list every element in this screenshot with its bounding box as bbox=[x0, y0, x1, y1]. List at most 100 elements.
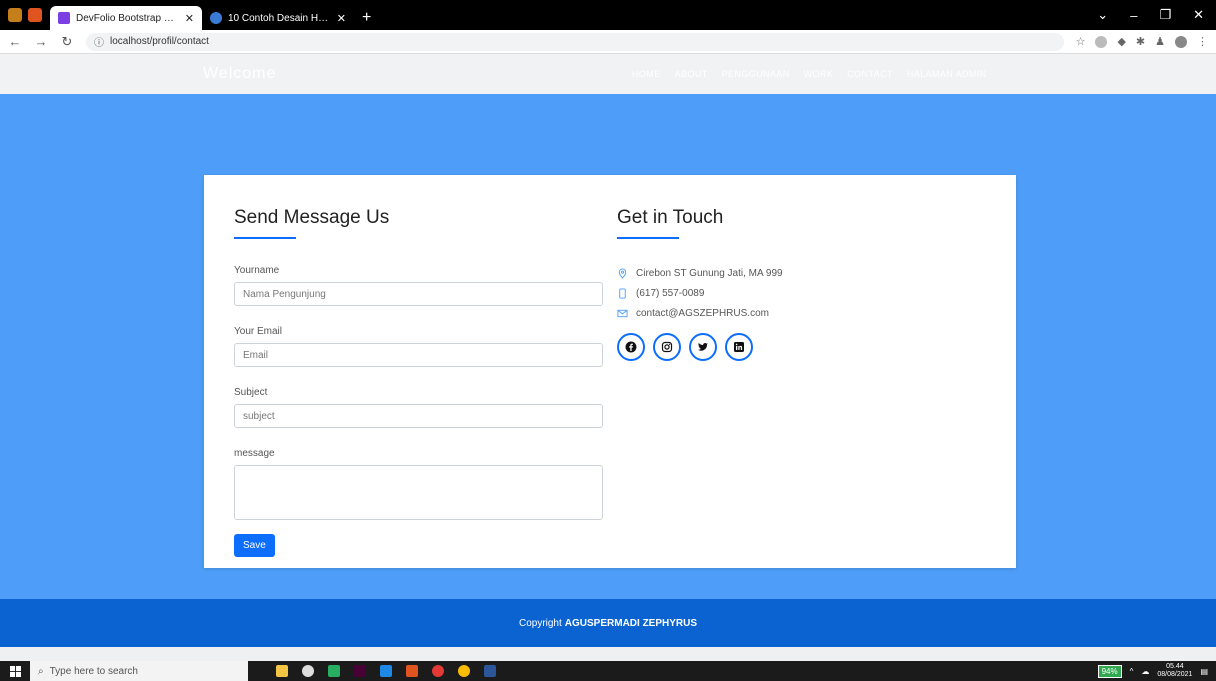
instagram-icon[interactable] bbox=[653, 333, 681, 361]
forward-icon[interactable]: → bbox=[34, 34, 48, 49]
clock-date: 08/08/2021 bbox=[1157, 671, 1193, 678]
clock-time: 05.44 bbox=[1166, 663, 1184, 670]
menu-item-home[interactable]: HOME bbox=[632, 69, 661, 79]
heading-underline bbox=[234, 237, 296, 239]
menu-icon[interactable]: ⋮ bbox=[1197, 35, 1208, 48]
page: Welcome HOME ABOUT PENGGUNAAN WORK CONTA… bbox=[0, 55, 1216, 661]
bootstrap-icon bbox=[58, 12, 70, 24]
app-icon[interactable] bbox=[8, 8, 22, 22]
linkedin-icon[interactable] bbox=[725, 333, 753, 361]
network-icon[interactable]: ☁ bbox=[1141, 667, 1149, 676]
message-label: message bbox=[234, 448, 275, 459]
tab-title: 10 Contoh Desain Halaman Cont bbox=[228, 12, 331, 24]
site-footer: Copyright AGUSPERMADI ZEPHYRUS bbox=[0, 599, 1216, 647]
menu-item-about[interactable]: ABOUT bbox=[675, 69, 708, 79]
puzzle-icon[interactable]: ✱ bbox=[1136, 35, 1145, 48]
back-icon[interactable]: ← bbox=[8, 34, 22, 49]
adobe-xd-icon[interactable] bbox=[354, 665, 366, 677]
site-menu: HOME ABOUT PENGGUNAAN WORK CONTACT HALAM… bbox=[632, 69, 987, 79]
record-icon[interactable] bbox=[432, 665, 444, 677]
facebook-icon[interactable] bbox=[617, 333, 645, 361]
name-input[interactable] bbox=[234, 282, 603, 306]
pinned-apps bbox=[0, 0, 50, 30]
menu-item-penggunaan[interactable]: PENGGUNAAN bbox=[722, 69, 790, 79]
restore-icon[interactable]: ❐ bbox=[1159, 7, 1171, 23]
close-window-icon[interactable]: ✕ bbox=[1193, 7, 1204, 23]
url-text: localhost/profil/contact bbox=[110, 36, 209, 47]
contact-info: Get in Touch Cirebon ST Gunung Jati, MA … bbox=[617, 207, 987, 361]
vscode-icon[interactable] bbox=[380, 665, 392, 677]
tray-chevron-icon[interactable]: ^ bbox=[1130, 667, 1134, 676]
save-button[interactable]: Save bbox=[234, 534, 275, 557]
star-icon[interactable]: ☆ bbox=[1076, 35, 1086, 48]
clock[interactable]: 05.44 08/08/2021 bbox=[1157, 663, 1192, 679]
info-icon[interactable]: ⓘ bbox=[94, 34, 104, 49]
menu-item-work[interactable]: WORK bbox=[804, 69, 834, 79]
form-heading: Send Message Us bbox=[234, 207, 390, 228]
footer-name: AGUSPERMADI ZEPHYRUS bbox=[564, 617, 698, 629]
phone-text: (617) 557-0089 bbox=[636, 287, 705, 299]
message-textarea[interactable] bbox=[234, 465, 603, 520]
heading-underline bbox=[617, 237, 679, 239]
window-controls: ⌄ – ❐ ✕ bbox=[1097, 0, 1216, 30]
phone-icon bbox=[617, 287, 628, 299]
browser-tab-bar: DevFolio Bootstrap Portfolio Tem ✕ 10 Co… bbox=[0, 0, 1216, 30]
menu-item-halaman-admin[interactable]: HALAMAN ADMIN bbox=[907, 69, 987, 79]
footer-prefix: Copyright bbox=[518, 617, 562, 629]
address-text: Cirebon ST Gunung Jati, MA 999 bbox=[636, 267, 783, 279]
minimize-icon[interactable]: – bbox=[1130, 8, 1137, 23]
reload-icon[interactable]: ↻ bbox=[60, 34, 74, 50]
address-bar: ← → ↻ ⓘ localhost/profil/contact ☆ ◆ ✱ ♟… bbox=[0, 30, 1216, 54]
menu-item-contact[interactable]: CONTACT bbox=[847, 69, 893, 79]
search-placeholder: Type here to search bbox=[49, 665, 138, 677]
twitter-icon[interactable] bbox=[689, 333, 717, 361]
app-icon[interactable] bbox=[28, 8, 42, 22]
email-text[interactable]: contact@AGSZEPHRUS.com bbox=[636, 308, 769, 319]
tab-devfolio[interactable]: DevFolio Bootstrap Portfolio Tem ✕ bbox=[50, 6, 202, 30]
tab-title: DevFolio Bootstrap Portfolio Tem bbox=[76, 12, 179, 24]
taskbar-search[interactable]: ⌕ Type here to search bbox=[30, 661, 248, 681]
new-tab-button[interactable]: + bbox=[354, 6, 379, 30]
obs-icon[interactable] bbox=[302, 665, 314, 677]
battery-indicator[interactable]: 94% bbox=[1097, 664, 1122, 678]
social-links bbox=[617, 333, 987, 361]
site-navbar: Welcome HOME ABOUT PENGGUNAAN WORK CONTA… bbox=[0, 55, 1216, 94]
name-label: Yourname bbox=[234, 265, 280, 276]
file-explorer-icon[interactable] bbox=[276, 665, 288, 677]
email-label: Your Email bbox=[234, 326, 282, 337]
subject-label: Subject bbox=[234, 387, 268, 398]
taskbar-apps bbox=[276, 665, 496, 677]
laragon-icon[interactable] bbox=[328, 665, 340, 677]
app-icon[interactable] bbox=[406, 665, 418, 677]
envelope-icon bbox=[617, 308, 628, 319]
contact-list: Cirebon ST Gunung Jati, MA 999 (617) 557… bbox=[617, 263, 987, 323]
extension-icons: ☆ ◆ ✱ ♟ ⋮ bbox=[1076, 35, 1208, 48]
chrome-icon[interactable] bbox=[458, 665, 470, 677]
avatar[interactable] bbox=[1175, 35, 1187, 48]
site-favicon-icon bbox=[210, 12, 222, 24]
contact-email: contact@AGSZEPHRUS.com bbox=[617, 303, 987, 323]
contact-card: Send Message Us Yourname Your Email Subj… bbox=[204, 175, 1016, 568]
close-icon[interactable]: ✕ bbox=[185, 12, 194, 25]
word-icon[interactable] bbox=[484, 665, 496, 677]
search-icon: ⌕ bbox=[38, 665, 44, 677]
notification-icon[interactable]: ▤ bbox=[1200, 667, 1208, 676]
url-field[interactable]: ⓘ localhost/profil/contact bbox=[86, 32, 1064, 51]
close-icon[interactable]: ✕ bbox=[337, 12, 346, 25]
extension-icon[interactable] bbox=[1095, 35, 1108, 48]
site-brand[interactable]: Welcome bbox=[203, 65, 276, 83]
taskbar: ⌕ Type here to search 94% ^ ☁ 05.44 08/0… bbox=[0, 661, 1216, 681]
system-tray: 94% ^ ☁ 05.44 08/08/2021 ▤ bbox=[1097, 661, 1208, 681]
contact-heading: Get in Touch bbox=[617, 207, 724, 228]
chevron-down-icon[interactable]: ⌄ bbox=[1097, 7, 1108, 23]
extension-icon[interactable]: ◆ bbox=[1117, 35, 1125, 48]
tab-contoh-desain[interactable]: 10 Contoh Desain Halaman Cont ✕ bbox=[202, 6, 354, 30]
map-pin-icon bbox=[617, 267, 628, 279]
contact-phone: (617) 557-0089 bbox=[617, 283, 987, 303]
email-input[interactable] bbox=[234, 343, 603, 367]
subject-input[interactable] bbox=[234, 404, 603, 428]
person-icon[interactable]: ♟ bbox=[1155, 35, 1165, 48]
windows-start-icon[interactable] bbox=[0, 661, 30, 681]
message-form: Send Message Us Yourname Your Email Subj… bbox=[234, 207, 604, 557]
contact-address: Cirebon ST Gunung Jati, MA 999 bbox=[617, 263, 987, 283]
